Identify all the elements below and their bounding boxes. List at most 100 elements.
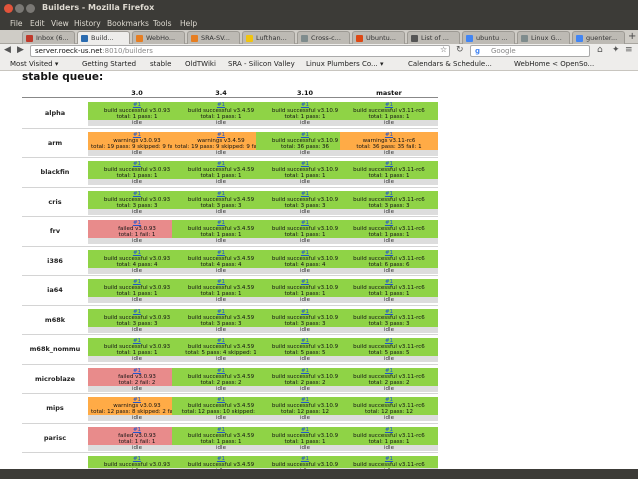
builder-idle-status: idle [340,208,438,215]
arch-name[interactable]: i386 [22,247,88,276]
build-status-box: #1 build successful v3.11-rc6 total: 1 pas… [340,426,438,445]
build-status-text: build successful v3.11-rc6 [353,196,425,203]
builder-row: #1build successful v3.0.93idle#1build su… [22,453,438,469]
arch-name[interactable]: arm [22,129,88,158]
page-content: stable queue: 3.0 3.4 3.10 master alpha #… [0,71,638,469]
build-cell[interactable]: #1 build successful v3.11-rc6 total: 3 pas… [340,190,438,215]
menu-icon[interactable]: ≡ [625,45,633,55]
tab-0[interactable]: Inbox (6... [22,31,75,44]
tab-label: Lufthan... [256,34,287,42]
bookmark-star-icon[interactable]: ☆ [440,45,447,54]
arch-name[interactable]: parisc [22,424,88,453]
builder-row: m68k #1 build successful v3.0.93 total: 3 p… [22,306,438,335]
tab-7[interactable]: List of ... [407,31,460,44]
build-cell[interactable]: #1 warnings v3.11-rc6 total: 36 pass: 35 f… [340,131,438,156]
addon-icon[interactable]: ✦ [612,45,620,55]
build-cell[interactable]: #1 build successful v3.11-rc6 total: 1 pas… [340,279,438,303]
tab-3[interactable]: SRA-SV... [187,31,240,44]
navigation-bar: ◀ ▶ server.roeck-us.net:8010/builders ☆ … [0,44,638,58]
menu-history[interactable]: History [74,19,101,28]
menu-bar: File Edit View History Bookmarks Tools H… [0,17,638,30]
arch-name[interactable]: mips [22,394,88,423]
arch-name[interactable]: m68k_nommu [22,335,88,364]
tab-4[interactable]: Lufthan... [242,31,295,44]
back-arrow-icon[interactable]: ◀ [4,45,11,55]
build-status-box: #1 build successful v3.11-rc6 total: 2 pas… [340,367,438,386]
bookmark-oldtwiki[interactable]: OldTWiki [185,60,216,68]
builder-idle-status: idle [340,415,438,421]
builder-idle-status: idle [340,238,438,244]
page-icon [301,35,308,42]
arch-name[interactable]: cris [22,188,88,217]
bookmark-stable[interactable]: stable [150,60,171,68]
build-cell[interactable]: #1 build successful v3.11-rc6 total: 12 pa… [340,397,438,421]
bookmark-calendars[interactable]: Calendars & Schedule... [408,60,492,68]
menu-file[interactable]: File [10,19,23,28]
maximize-window-icon[interactable] [26,4,35,13]
arch-name[interactable]: ia64 [22,276,88,305]
build-cell[interactable]: #1 build successful v3.11-rc6 total: 6 pas… [340,249,438,274]
tab-9[interactable]: Linux G... [517,31,570,44]
tab-2[interactable]: WebHo... [132,31,185,44]
tab-label: Build... [91,34,114,42]
menu-bookmarks[interactable]: Bookmarks [107,19,149,28]
arch-name[interactable]: frv [22,217,88,246]
build-cell[interactable]: #1 build successful v3.11-rc6 total: 3 pas… [340,308,438,333]
minimize-window-icon[interactable] [15,4,24,13]
close-window-icon[interactable] [4,4,13,13]
menu-tools[interactable]: Tools [153,19,171,28]
reload-icon[interactable]: ↻ [456,45,464,55]
google-search-icon: g [475,47,481,55]
arch-name[interactable]: m68k [22,306,88,335]
home-icon[interactable]: ⌂ [597,45,603,55]
menu-view[interactable]: View [51,19,69,28]
builder-row: mips #1 warnings v3.0.93 total: 12 pass: 8 … [22,394,438,424]
window-title: Builders - Mozilla Firefox [42,3,155,12]
build-status-text: build successful v3.11-rc6 [353,314,425,321]
wikipedia-icon [411,35,418,42]
build-cell[interactable]: #1 build successful v3.11-rc6 total: 5 pas… [340,338,438,362]
lufthansa-icon [246,35,253,42]
builder-idle-status: idle [340,356,438,362]
search-input[interactable]: g Google [470,45,590,57]
builder-row: alpha #1 build successful v3.0.93 total: 1 … [22,99,438,129]
bookmark-webhome[interactable]: WebHome < OpenSo... [514,60,594,68]
builder-idle-status: idle [340,149,438,156]
mail-icon [26,35,33,42]
tab-1[interactable]: Build... [77,31,130,44]
new-tab-icon[interactable]: + [628,31,636,42]
build-cell[interactable]: #1 build successful v3.11-rc6 total: 1 pas… [340,161,438,185]
forward-arrow-icon[interactable]: ▶ [17,45,24,55]
build-cell[interactable]: #1 build successful v3.11-rc6 total: 2 pas… [340,367,438,392]
bookmark-getting-started[interactable]: Getting Started [82,60,136,68]
tab-label: guenter... [586,34,618,42]
builder-idle-status: idle [340,326,438,333]
tab-label: List of ... [421,34,449,42]
tab-6[interactable]: Ubuntu... [352,31,405,44]
tab-8[interactable]: ubuntu ... [462,31,515,44]
twiki-icon [136,35,143,42]
bookmark-most-visited[interactable]: Most Visited ▾ [10,60,58,68]
tab-label: Inbox (6... [36,34,69,42]
build-status-text: build successful v3.11-rc6 [353,432,425,439]
arch-name[interactable]: microblaze [22,365,88,394]
arch-name[interactable]: blackfin [22,158,88,187]
builder-row: blackfin #1 build successful v3.0.93 total:… [22,158,438,188]
build-cell[interactable]: #1 build successful v3.11-rc6 total: 1 pas… [340,220,438,244]
menu-help[interactable]: Help [180,19,197,28]
build-cell[interactable]: #1 build successful v3.11-rc6 total: 1 pas… [340,102,438,126]
build-cell[interactable]: #1build successful v3.11-rc6idle [340,456,438,469]
bookmark-sra-silicon-valley[interactable]: SRA - Silicon Valley [228,60,295,68]
build-status-box: #1 build successful v3.11-rc6 [340,456,438,468]
tab-10[interactable]: guenter... [572,31,625,44]
url-bar[interactable]: server.roeck-us.net:8010/builders [30,45,450,57]
arch-name[interactable] [22,453,88,469]
arch-name[interactable]: alpha [22,99,88,128]
build-status-box: #1 build successful v3.11-rc6 total: 12 pa… [340,397,438,415]
tab-5[interactable]: Cross-c... [297,31,350,44]
build-status-box: #1 build successful v3.11-rc6 total: 3 pas… [340,308,438,327]
build-cell[interactable]: #1 build successful v3.11-rc6 total: 1 pas… [340,426,438,451]
tab-bar: Inbox (6... Build... WebHo... SRA-SV... Luft… [0,30,638,44]
menu-edit[interactable]: Edit [30,19,45,28]
bookmark-linux-plumbers[interactable]: Linux Plumbers Co... ▾ [306,60,383,68]
